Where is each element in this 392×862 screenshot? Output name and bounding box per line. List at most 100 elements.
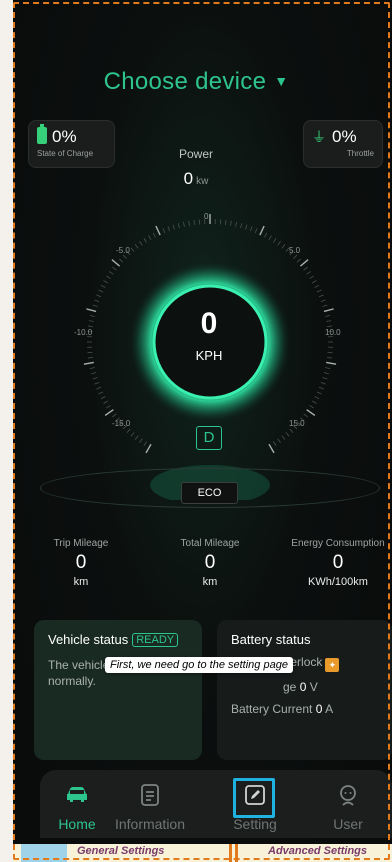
gauge-tick [314, 396, 320, 400]
power-unit: kw [196, 176, 209, 187]
gauge-tick [306, 271, 311, 275]
battery-current-value: 0 [315, 702, 323, 716]
power-value: 0 [183, 169, 194, 188]
tick-label-5: 5.0 [289, 246, 301, 255]
nav-user[interactable]: User [308, 780, 388, 832]
gauge-tick [311, 280, 317, 284]
nav-user-label: User [333, 816, 363, 832]
interlock-warning-icon: ✦ [325, 658, 340, 672]
gauge-tick [167, 226, 171, 232]
gauge-tick [98, 289, 104, 293]
energy-consumption-stat: Energy Consumption 0 KWh/100km [284, 538, 392, 588]
vehicle-status-card[interactable]: Vehicle statusREADY The vehicle is runni… [34, 620, 202, 760]
gauge-tick [316, 289, 322, 293]
gauge-tick [106, 275, 111, 279]
choose-device-label: Choose device [103, 68, 267, 95]
energy-consumption-unit: KWh/100km [308, 576, 368, 588]
user-icon [308, 780, 388, 810]
gauge-tick [277, 241, 281, 246]
gauge-tick [134, 435, 139, 440]
gauge-tick [318, 386, 324, 390]
gauge-tick [139, 438, 143, 443]
total-mileage-unit: km [202, 576, 218, 588]
gauge-tick [268, 443, 275, 454]
gauge-tick [177, 223, 180, 229]
gauge-tick [119, 258, 124, 263]
gauge-tick [130, 432, 135, 437]
gauge-tick [148, 235, 152, 241]
gauge-tick [281, 435, 286, 440]
gauge-tick [126, 428, 131, 433]
gauge-tick [143, 441, 147, 446]
gauge-tick [285, 432, 290, 437]
gauge-tick [112, 413, 117, 418]
gauge-tick [103, 280, 109, 284]
drive-mode-badge: ECO [181, 482, 238, 504]
gauge-tick [98, 391, 104, 395]
gauge-tick [143, 238, 147, 243]
throttle-value: 0% [332, 127, 357, 146]
gauge-tick [155, 225, 161, 236]
gauge-tick [273, 238, 277, 243]
gauge-tick [277, 438, 281, 443]
gauge-tick [96, 294, 102, 298]
gauge-tick [299, 259, 309, 267]
gauge-tick [249, 226, 253, 232]
car-icon [37, 780, 117, 810]
gauge-tick [309, 275, 314, 279]
gauge-tick [109, 271, 114, 275]
energy-consumption-value: 0 [332, 552, 344, 573]
gauge-tick [112, 266, 117, 271]
nav-information[interactable]: Information [110, 780, 190, 832]
vehicle-status-title: Vehicle status [48, 632, 129, 647]
gauge-tick [316, 391, 322, 395]
nav-setting-label: Setting [233, 816, 277, 832]
gauge-tick [106, 405, 111, 409]
choose-device-dropdown[interactable]: Choose device ▼ [0, 68, 392, 96]
gauge-tick [96, 386, 102, 390]
gauge-tick [225, 220, 227, 226]
battery-voltage-label-fragment: ge [283, 680, 297, 694]
gauge-tick [254, 228, 258, 234]
gauge-tick [139, 241, 143, 246]
setting-highlight-box [233, 778, 275, 818]
battery-voltage-unit: V [309, 680, 318, 694]
tick-label-neg5: -5.0 [116, 246, 130, 255]
gauge-tick [89, 367, 95, 370]
gauge-tick [311, 400, 317, 404]
throttle-pedal-icon: ⏚ [312, 129, 326, 145]
gauge-tick [320, 381, 326, 385]
trip-mileage-value: 0 [75, 552, 87, 573]
advanced-settings-tab[interactable]: Advanced Settings [268, 845, 367, 857]
gauge-tick [303, 413, 308, 418]
gauge-tick [309, 405, 314, 409]
general-settings-tab[interactable]: General Settings [77, 845, 164, 857]
power-label: Power [178, 147, 213, 161]
battery-current-unit: A [325, 702, 334, 716]
gauge-tick [91, 372, 97, 375]
gauge-tick [322, 377, 328, 380]
soc-value: 0% [52, 127, 77, 146]
gauge-tick [264, 232, 268, 238]
tick-label-0: 0 [204, 212, 209, 221]
gauge-tick [94, 299, 100, 303]
gauge-tick [323, 372, 329, 375]
gauge-tick [240, 223, 243, 229]
strip-swatch [21, 844, 67, 862]
gauge-tick [293, 254, 298, 259]
gauge-tick [318, 294, 324, 298]
battery-current-label: Battery Current [231, 702, 313, 716]
total-mileage-value: 0 [204, 552, 216, 573]
battery-voltage-row: ge 0 V [231, 680, 378, 694]
nav-home[interactable]: Home [37, 780, 117, 832]
nav-home-label: Home [58, 816, 96, 832]
battery-icon [37, 124, 47, 144]
gauge-tick [296, 258, 301, 263]
gauge-tick [103, 400, 109, 404]
energy-consumption-label: Energy Consumption [291, 538, 385, 549]
battery-status-card[interactable]: Battery status Charger interlock✦ ge 0 V… [217, 620, 392, 760]
gauge-tick [306, 409, 316, 416]
gauge-tick [134, 244, 139, 249]
document-icon [110, 780, 190, 810]
gauge-tick [273, 441, 277, 446]
